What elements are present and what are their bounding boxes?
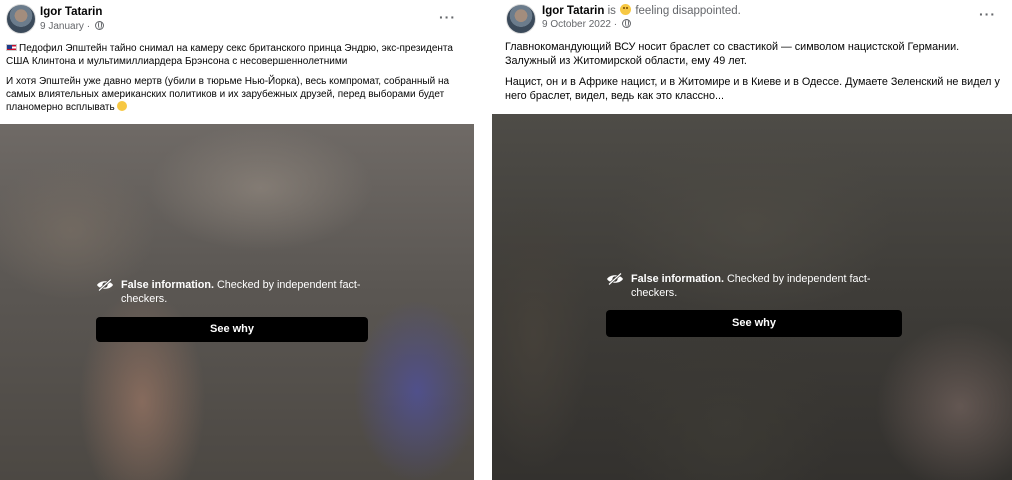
warning-title: False information. (121, 279, 214, 291)
date-text[interactable]: 9 October 2022 · (542, 19, 617, 30)
warning-text: False information. Checked by independen… (606, 272, 902, 300)
more-options-icon[interactable]: ··· (439, 9, 456, 25)
avatar[interactable] (6, 4, 36, 34)
warning-title: False information. (631, 273, 724, 285)
post-paragraph-text: И хотя Эпштейн уже давно мертв (убили в … (6, 76, 450, 113)
post-header: Igor Tatarin 9 January · ··· (0, 0, 474, 40)
grinning-face-icon (116, 101, 127, 111)
us-flag-icon (6, 44, 17, 51)
author-line: Igor Tatarin (40, 6, 102, 18)
post-text: Главнокомандующий ВСУ носит браслет со с… (505, 40, 1005, 110)
author-line: Igor Tatarin is feeling disappointed. (542, 4, 741, 17)
author-name[interactable]: Igor Tatarin (40, 6, 102, 18)
false-info-warning: False information. Checked by independen… (606, 272, 902, 337)
author-name[interactable]: Igor Tatarin (542, 5, 604, 17)
date-text[interactable]: 9 January · (40, 21, 90, 32)
globe-icon (621, 19, 631, 28)
post-card-left: Igor Tatarin 9 January · ··· Педофил Эпш… (0, 0, 474, 480)
post-media[interactable]: False information. Checked by independen… (0, 124, 474, 480)
crossed-eye-icon (97, 279, 113, 291)
more-options-icon[interactable]: ··· (979, 6, 996, 22)
warning-text: False information. Checked by independen… (96, 278, 368, 306)
feeling-is: is (607, 5, 616, 17)
see-why-button[interactable]: See why (96, 317, 368, 342)
see-why-button[interactable]: See why (606, 310, 902, 337)
feeling-status: feeling disappointed. (635, 5, 741, 17)
post-paragraph: И хотя Эпштейн уже давно мертв (убили в … (6, 75, 468, 114)
post-paragraph: Педофил Эпштейн тайно снимал на камеру с… (6, 42, 468, 68)
post-date: 9 January · (40, 21, 104, 32)
post-paragraph: Нацист, он и в Африке нацист, и в Житоми… (505, 76, 1000, 102)
post-header: Igor Tatarin is feeling disappointed. 9 … (492, 0, 1012, 40)
post-media[interactable]: False information. Checked by independen… (492, 114, 1012, 480)
post-paragraph: Главнокомандующий ВСУ носит браслет со с… (505, 41, 960, 67)
post-date: 9 October 2022 · (542, 19, 631, 30)
crossed-eye-icon (607, 273, 623, 285)
false-info-warning: False information. Checked by independen… (96, 278, 368, 342)
globe-icon (94, 21, 104, 30)
avatar[interactable] (506, 4, 536, 34)
disappointed-face-icon (620, 4, 632, 15)
post-card-right: Igor Tatarin is feeling disappointed. 9 … (492, 0, 1012, 480)
post-text: Педофил Эпштейн тайно снимал на камеру с… (6, 42, 468, 121)
post-paragraph-text: Педофил Эпштейн тайно снимал на камеру с… (6, 43, 453, 67)
